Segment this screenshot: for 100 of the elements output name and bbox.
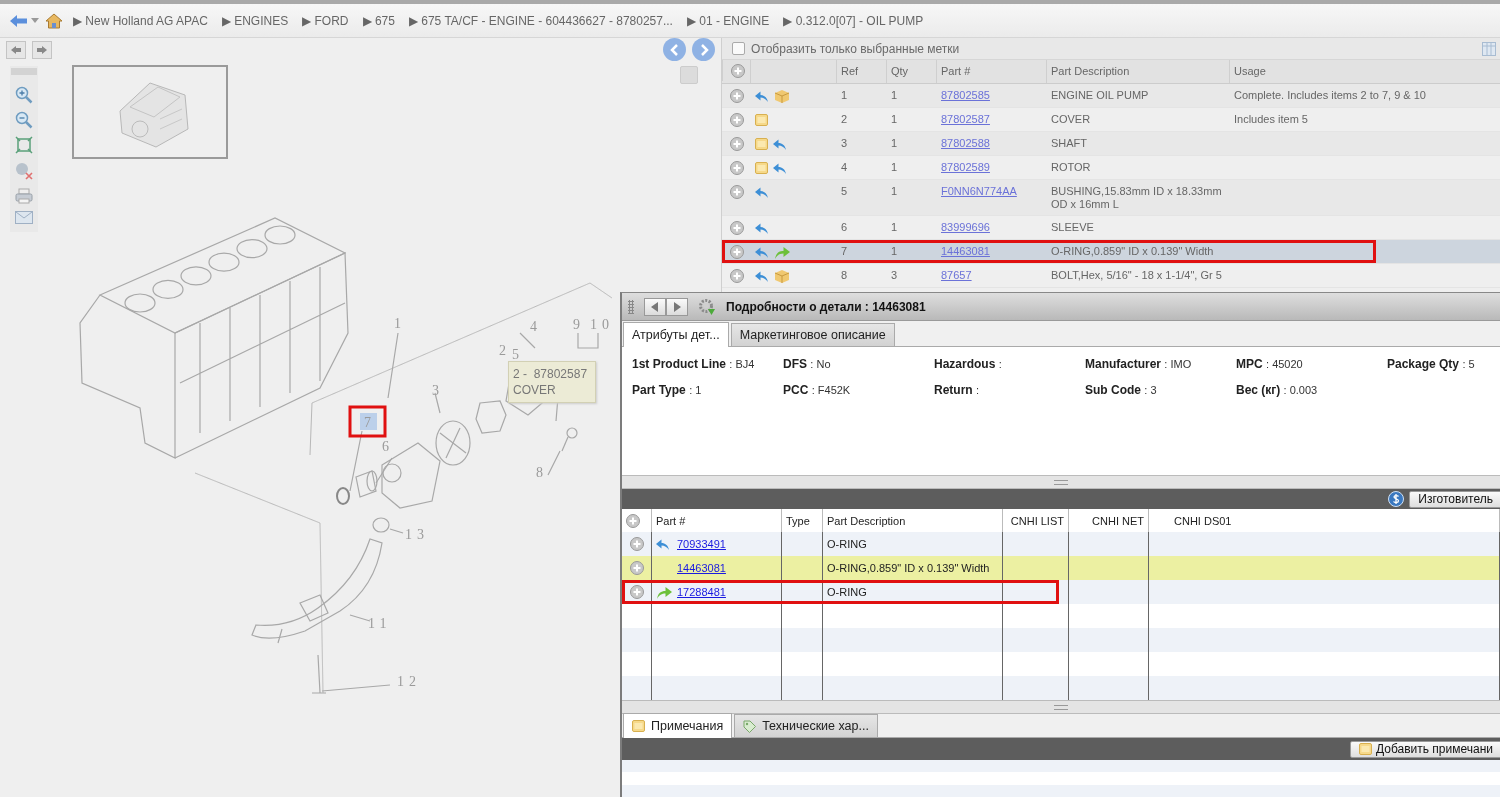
dollar-icon[interactable] — [1388, 491, 1405, 507]
table-row[interactable]: 3 1 87802588 SHAFT — [722, 132, 1500, 156]
table-cell-text: 4 — [840, 161, 849, 174]
column-header[interactable]: Type — [786, 514, 810, 527]
previous-button[interactable] — [663, 38, 686, 61]
grip-handle[interactable] — [11, 68, 37, 75]
column-header[interactable]: CNHI DS01 — [1174, 514, 1232, 527]
part-number-link[interactable]: 17288481 — [677, 586, 726, 598]
search-clear-icon[interactable] — [14, 161, 34, 181]
manufacturer-button[interactable]: Изготовитель — [1409, 490, 1500, 508]
next-button[interactable] — [692, 38, 715, 61]
table-row[interactable]: 7 1 14463081 O-RING,0.859" ID x 0.139" Width — [722, 240, 1500, 264]
filter-checkbox[interactable] — [732, 42, 745, 55]
add-icon[interactable] — [730, 185, 744, 199]
zoom-out-icon[interactable] — [15, 111, 33, 129]
left-arrow-icon — [10, 43, 22, 56]
gear-icon[interactable] — [698, 297, 716, 316]
attribute-text: Manufacturer : IMO — [1085, 357, 1193, 371]
add-icon[interactable] — [730, 161, 744, 175]
table-row[interactable]: 70933491 O-RING — [622, 532, 1500, 556]
back-button[interactable] — [6, 40, 26, 59]
columns-icon[interactable] — [1482, 41, 1496, 56]
table-cell-text: 1 — [890, 161, 899, 174]
add-icon[interactable] — [730, 245, 744, 259]
overview-thumbnail[interactable] — [72, 65, 228, 159]
add-icon[interactable] — [730, 113, 744, 127]
attribute-text: Return : — [934, 383, 981, 397]
panel-title: Подробности о детали : 14463081 — [726, 299, 926, 314]
print-icon[interactable] — [15, 188, 33, 204]
attribute-text: Вес (кг) : 0.003 — [1236, 383, 1319, 397]
attribute-text: PCC : F452K — [783, 383, 852, 397]
home-icon[interactable] — [45, 12, 63, 29]
part-number-link[interactable]: 87657 — [941, 269, 972, 281]
tab[interactable]: Технические хар... — [734, 714, 878, 737]
toggle-button[interactable] — [680, 66, 698, 84]
fit-to-window-icon[interactable] — [15, 136, 33, 154]
add-icon[interactable] — [730, 221, 744, 235]
table-row[interactable]: 17288481 O-RING — [622, 580, 1500, 604]
drag-handle[interactable] — [628, 299, 634, 314]
tab[interactable]: Атрибуты дет... — [623, 322, 729, 347]
note-icon — [1358, 743, 1372, 755]
mail-icon[interactable] — [15, 211, 33, 224]
add-icon[interactable] — [629, 537, 644, 551]
add-icon[interactable] — [730, 269, 744, 283]
table-cell-text: ENGINE OIL PUMP — [1050, 89, 1150, 102]
attribute-text: Package Qty : 5 — [1387, 357, 1476, 371]
breadcrumb-link[interactable]: ▶ FORD — [302, 13, 349, 28]
add-icon[interactable] — [629, 561, 644, 575]
add-note-button[interactable]: Добавить примечани — [1349, 740, 1500, 758]
add-icon[interactable] — [626, 513, 640, 528]
add-icon[interactable] — [730, 89, 744, 103]
table-cell-text: 1 — [890, 89, 899, 102]
add-icon[interactable] — [629, 585, 644, 599]
next-button[interactable] — [666, 297, 688, 316]
table-cell-text: 3 — [890, 269, 899, 282]
add-icon[interactable] — [730, 137, 744, 151]
column-header[interactable]: Part # — [656, 514, 686, 527]
table-row[interactable]: 5 1 F0NN6N774AA BUSHING,15.83mm ID x 18.33mm OD x 16mm L — [722, 180, 1500, 216]
table-cell-text: COVER — [1050, 113, 1092, 126]
table-row[interactable]: 1 1 87802585 ENGINE OIL PUMP Complete. Includes items 2 to 7, 9 & 10 — [722, 84, 1500, 108]
part-number-link[interactable]: 87802585 — [941, 89, 990, 101]
table-cell-text: 1 — [840, 89, 849, 102]
attribute-text: Part Type : 1 — [632, 383, 703, 397]
table-cell: Includes item 5 — [1234, 113, 1308, 125]
column-header[interactable]: Ref — [836, 60, 886, 83]
column-header[interactable]: Part # — [936, 60, 1046, 83]
forward-button[interactable] — [32, 40, 52, 59]
column-header[interactable]: Part Description — [1046, 60, 1229, 83]
breadcrumb-link[interactable]: ▶ ENGINES — [221, 13, 289, 28]
table-cell-text: ROTOR — [1050, 161, 1092, 174]
column-header[interactable]: CNHI NET — [1092, 514, 1144, 527]
tooltip-text: 2 - 87802587 — [513, 366, 588, 382]
tab[interactable]: Примечания — [623, 713, 733, 738]
part-number-link[interactable]: F0NN6N774AA — [941, 185, 1017, 197]
table-cell: O-RING,0.859" ID x 0.139" Width — [823, 556, 1003, 580]
part-number-link[interactable]: 87802589 — [941, 161, 990, 173]
part-number-link[interactable]: 14463081 — [677, 562, 726, 574]
part-number-link[interactable]: 83999696 — [941, 221, 990, 233]
table-row[interactable]: 14463081 O-RING,0.859" ID x 0.139" Width — [622, 556, 1500, 580]
part-number-link[interactable]: 87802588 — [941, 137, 990, 149]
back-arrow-icon[interactable] — [10, 13, 28, 28]
table-cell-text: 1 — [890, 113, 899, 126]
part-number-link[interactable]: 70933491 — [677, 538, 726, 550]
add-icon[interactable] — [731, 64, 745, 78]
column-header[interactable]: Part Description — [827, 514, 906, 527]
tab[interactable]: Маркетинговое описание — [730, 323, 895, 346]
zoom-in-icon[interactable] — [15, 86, 33, 104]
part-number-link[interactable]: 87802587 — [941, 113, 990, 125]
previous-button[interactable] — [644, 297, 666, 316]
column-header[interactable]: Usage — [1229, 60, 1500, 83]
breadcrumb-link[interactable]: ▶ 675 — [362, 13, 395, 28]
breadcrumb-link[interactable]: ▶ 675 TA/CF - ENGINE - 604436627 - 8780257... — [408, 13, 673, 28]
breadcrumb-link[interactable]: ▶ 01 - ENGINE — [686, 13, 770, 28]
table-cell-text: 8 — [840, 269, 849, 282]
breadcrumb-link[interactable]: ▶ New Holland AG APAC — [73, 13, 208, 28]
column-header[interactable]: Qty — [886, 60, 936, 83]
dropdown-caret-icon[interactable] — [31, 17, 39, 24]
part-number-link[interactable]: 14463081 — [941, 245, 990, 257]
column-header[interactable]: CNHI LIST — [1010, 514, 1064, 527]
breadcrumb-link[interactable]: ▶ 0.312.0[07] - OIL PUMP — [783, 13, 924, 28]
